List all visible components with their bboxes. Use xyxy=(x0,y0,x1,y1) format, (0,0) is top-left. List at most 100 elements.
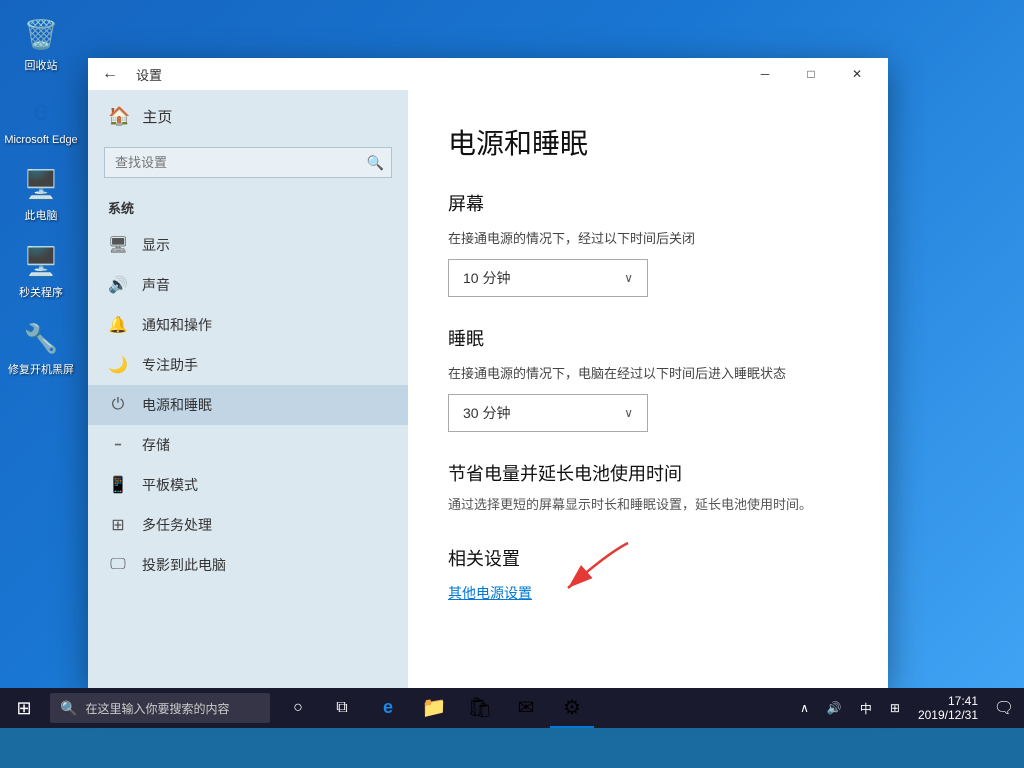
desktop-icon-thispc[interactable]: 🖥️ 此电脑 xyxy=(5,160,77,227)
search-input[interactable] xyxy=(104,147,392,178)
fixblack-label: 修复开机黑屏 xyxy=(8,361,74,377)
desktop-icon-recycle[interactable]: 🗑️ 回收站 xyxy=(5,10,77,77)
display-label: 显示 xyxy=(142,235,170,255)
taskbar-store-app[interactable]: 🛍 xyxy=(458,688,502,728)
taskbar-mail-icon: ✉ xyxy=(518,695,535,720)
search-icon: 🔍 xyxy=(367,154,384,171)
sidebar-item-display[interactable]: 🖥 显示 xyxy=(88,225,408,265)
lang-label: 中 xyxy=(860,700,872,717)
screen-section-desc: 在接通电源的情况下，经过以下时间后关闭 xyxy=(448,228,848,247)
cortana-button[interactable]: ○ xyxy=(278,688,318,728)
thispc-icon: 🖥️ xyxy=(21,164,61,204)
recycle-bin-label: 回收站 xyxy=(25,57,58,73)
chevron-up-icon: ∧ xyxy=(800,701,809,715)
screen-dropdown-value: 10 分钟 xyxy=(463,268,510,288)
sidebar-search[interactable]: 🔍 xyxy=(104,147,392,178)
tablet-icon: 📱 xyxy=(108,475,128,495)
volume-icon: 🔊 xyxy=(827,701,842,715)
project-label: 投影到此电脑 xyxy=(142,555,226,575)
taskbar-settings-app[interactable]: ⚙ xyxy=(550,688,594,728)
sidebar-home[interactable]: 🏠 主页 xyxy=(88,90,408,143)
screen-dropdown[interactable]: 10 分钟 ∨ xyxy=(448,259,648,297)
tray-grid[interactable]: ⊞ xyxy=(882,688,908,728)
taskbar-settings-icon: ⚙ xyxy=(563,695,581,720)
start-button[interactable]: ⊞ xyxy=(0,688,48,728)
sidebar-item-notifications[interactable]: 🔔 通知和操作 xyxy=(88,305,408,345)
sleep-section-desc: 在接通电源的情况下，电脑在经过以下时间后进入睡眠状态 xyxy=(448,363,848,382)
screen-dropdown-arrow: ∨ xyxy=(624,271,633,285)
storage-icon: ━ xyxy=(108,440,128,451)
desktop-icon-appprograms[interactable]: 🖥️ 秒关程序 xyxy=(5,237,77,304)
notifications-label: 通知和操作 xyxy=(142,315,212,335)
battery-desc: 通过选择更短的屏幕显示时长和睡眠设置，延长电池使用时间。 xyxy=(448,494,848,513)
grid-icon: ⊞ xyxy=(890,701,900,715)
taskbar-mail-app[interactable]: ✉ xyxy=(504,688,548,728)
desktop-icons: 🗑️ 回收站 e Microsoft Edge 🖥️ 此电脑 🖥️ 秒关程序 🔧… xyxy=(0,0,82,391)
clock-time: 17:41 xyxy=(948,694,978,708)
notifications-icon: 🔔 xyxy=(108,315,128,335)
edge-label: Microsoft Edge xyxy=(4,134,77,146)
home-icon: 🏠 xyxy=(108,106,130,127)
notify-button[interactable]: 🗨 xyxy=(988,688,1020,728)
back-button[interactable]: ← xyxy=(96,61,124,87)
sidebar-item-multitask[interactable]: ⊞ 多任务处理 xyxy=(88,505,408,545)
maximize-button[interactable]: □ xyxy=(788,58,834,90)
tray-chevron[interactable]: ∧ xyxy=(792,688,817,728)
sidebar-item-tablet[interactable]: 📱 平板模式 xyxy=(88,465,408,505)
taskbar-search[interactable]: 🔍 在这里输入你要搜索的内容 xyxy=(50,693,270,723)
clock-date: 2019/12/31 xyxy=(918,708,978,722)
tray-lang[interactable]: 中 xyxy=(852,688,880,728)
sidebar-item-power[interactable]: ⏻ 电源和睡眠 xyxy=(88,385,408,425)
sidebar-item-storage[interactable]: ━ 存储 xyxy=(88,425,408,465)
notify-icon: 🗨 xyxy=(994,698,1014,718)
minimize-button[interactable]: ─ xyxy=(742,58,788,90)
taskbar-middle: ○ ⧉ xyxy=(278,688,362,728)
title-bar-controls: ─ □ ✕ xyxy=(742,58,880,90)
taskbar-edge-app[interactable]: e xyxy=(366,688,410,728)
related-section: 相关设置 其他电源设置 xyxy=(448,545,848,603)
recycle-bin-icon: 🗑️ xyxy=(21,14,61,54)
taskbar-search-text: 在这里输入你要搜索的内容 xyxy=(85,700,229,717)
display-icon: 🖥 xyxy=(108,235,128,255)
multitask-icon: ⊞ xyxy=(108,515,128,535)
other-power-settings-link[interactable]: 其他电源设置 xyxy=(448,583,532,603)
sound-label: 声音 xyxy=(142,275,170,295)
taskview-button[interactable]: ⧉ xyxy=(322,688,362,728)
appprograms-icon: 🖥️ xyxy=(21,241,61,281)
cortana-icon: ○ xyxy=(293,699,303,717)
taskbar: ⊞ 🔍 在这里输入你要搜索的内容 ○ ⧉ e 📁 🛍 xyxy=(0,688,1024,728)
appprograms-label: 秒关程序 xyxy=(19,284,63,300)
taskbar-store-icon: 🛍 xyxy=(467,695,492,720)
taskbar-explorer-app[interactable]: 📁 xyxy=(412,688,456,728)
home-label: 主页 xyxy=(142,106,172,127)
desktop-icon-edge[interactable]: e Microsoft Edge xyxy=(5,87,77,150)
fixblack-icon: 🔧 xyxy=(21,318,61,358)
close-button[interactable]: ✕ xyxy=(834,58,880,90)
tray-volume[interactable]: 🔊 xyxy=(819,688,850,728)
sleep-section-title: 睡眠 xyxy=(448,325,848,351)
sidebar-item-project[interactable]: 🖵 投影到此电脑 xyxy=(88,545,408,585)
sidebar-item-focus[interactable]: 🌙 专注助手 xyxy=(88,345,408,385)
taskbar-right: ∧ 🔊 中 ⊞ 17:41 2019/12/31 🗨 xyxy=(792,688,1024,728)
sidebar-item-sound[interactable]: 🔊 声音 xyxy=(88,265,408,305)
tablet-label: 平板模式 xyxy=(142,475,198,495)
start-icon: ⊞ xyxy=(16,698,31,719)
power-label: 电源和睡眠 xyxy=(142,395,212,415)
related-title: 相关设置 xyxy=(448,545,848,571)
sleep-dropdown-arrow: ∨ xyxy=(624,406,633,420)
thispc-label: 此电脑 xyxy=(25,207,58,223)
battery-title: 节省电量并延长电池使用时间 xyxy=(448,460,848,486)
sleep-dropdown-value: 30 分钟 xyxy=(463,403,510,423)
storage-label: 存储 xyxy=(142,435,170,455)
battery-section: 节省电量并延长电池使用时间 通过选择更短的屏幕显示时长和睡眠设置，延长电池使用时… xyxy=(448,460,848,513)
sleep-dropdown[interactable]: 30 分钟 ∨ xyxy=(448,394,648,432)
desktop-icon-fixblack[interactable]: 🔧 修复开机黑屏 xyxy=(5,314,77,381)
taskbar-clock[interactable]: 17:41 2019/12/31 xyxy=(910,688,986,728)
settings-window: ← 设置 ─ □ ✕ 🏠 主页 🔍 系统 xyxy=(88,58,888,688)
sidebar: 🏠 主页 🔍 系统 🖥 显示 🔊 声音 🔔 通 xyxy=(88,90,408,688)
page-title: 电源和睡眠 xyxy=(448,122,848,162)
edge-icon: e xyxy=(21,91,61,131)
focus-icon: 🌙 xyxy=(108,355,128,375)
window-body: 🏠 主页 🔍 系统 🖥 显示 🔊 声音 🔔 通 xyxy=(88,90,888,688)
main-content: 电源和睡眠 屏幕 在接通电源的情况下，经过以下时间后关闭 10 分钟 ∨ 睡眠 … xyxy=(408,90,888,688)
